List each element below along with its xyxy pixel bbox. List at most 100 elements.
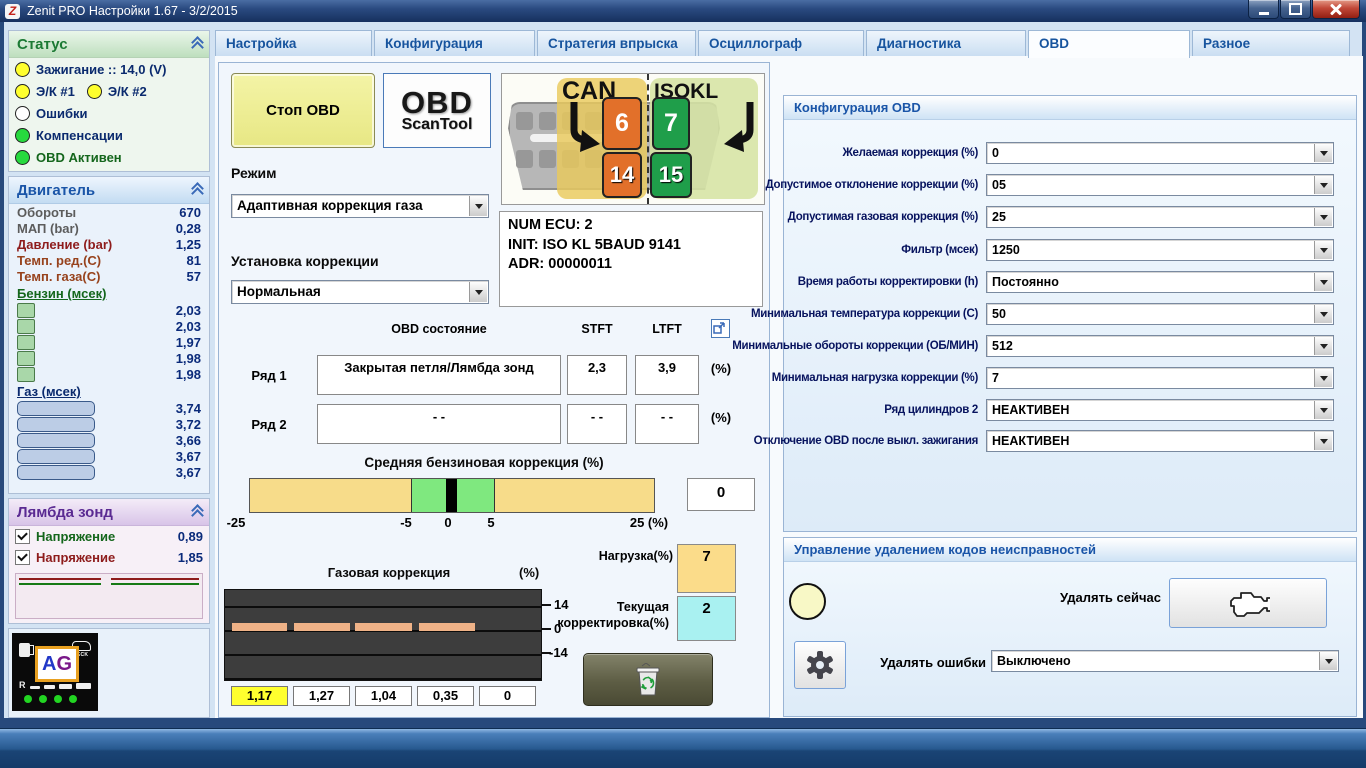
window-frame-left [0, 22, 4, 728]
correction-bar [232, 623, 287, 631]
desired-correction-dropdown[interactable]: 0 [986, 142, 1334, 164]
title-bar: Zenit PRO Настройки 1.67 - 3/2/2015 [0, 0, 1366, 22]
dropdown-arrow-icon[interactable] [1314, 273, 1332, 291]
lambda-trace-red [19, 578, 101, 580]
bank1-label: Ряд 1 [239, 368, 299, 383]
correction-setup-dropdown[interactable]: Нормальная [231, 280, 489, 304]
tab-obd[interactable]: OBD [1028, 30, 1190, 58]
delete-errors-label: Удалять ошибки [844, 655, 986, 670]
gas-chart-unit: (%) [519, 565, 539, 580]
delete-now-button[interactable] [1169, 578, 1327, 628]
dropdown-arrow-icon[interactable] [469, 282, 487, 302]
filter-dropdown[interactable]: 1250 [986, 239, 1334, 261]
engine-param-row: Темп. газа(С)57 [9, 268, 209, 284]
bank2-label: Ряд 2 [239, 417, 299, 432]
config-row-min-rpm: 512 Минимальные обороты коррекции (ОБ/МИ… [788, 334, 1334, 358]
config-row-min-temperature: 50 Минимальная температура коррекции (С) [788, 302, 1334, 326]
minimize-button[interactable] [1248, 0, 1279, 19]
bank2-ltft-box: - - [635, 404, 699, 444]
stop-obd-button[interactable]: Стоп OBD [231, 73, 375, 148]
collapse-icon[interactable] [191, 184, 203, 196]
obd-scantool-logo: OBD ScanTool [383, 73, 491, 148]
gauge-tick: 5 [487, 515, 494, 530]
tab-strategiya-vpryska[interactable]: Стратегия впрыска [537, 30, 696, 56]
lambda-row: Напряжение 1,85 [9, 547, 209, 568]
ytick-label: -14 [549, 645, 568, 660]
checkbox[interactable] [15, 529, 30, 544]
open-table-window-icon[interactable] [711, 319, 730, 338]
status-led [15, 106, 30, 121]
gauge-tick: 0 [444, 515, 451, 530]
bank2-dropdown[interactable]: НЕАКТИВЕН [986, 399, 1334, 421]
gas-injector-row: 3,72 [9, 416, 209, 432]
dropdown-arrow-icon[interactable] [1314, 432, 1332, 450]
status-item-ek: Э/К #1 Э/К #2 [9, 80, 209, 102]
dropdown-arrow-icon[interactable] [1314, 401, 1332, 419]
isokl-arrow-icon [718, 100, 760, 152]
obd-off-dropdown[interactable]: НЕАКТИВЕН [986, 430, 1334, 452]
min-load-dropdown[interactable]: 7 [986, 367, 1334, 389]
gas-correction-chart [224, 589, 542, 681]
engine-param-row: Обороты670 [9, 204, 209, 220]
tab-ostsillograf[interactable]: Осциллограф [698, 30, 864, 56]
tab-konfiguratsiya[interactable]: Конфигурация [374, 30, 535, 56]
dropdown-arrow-icon[interactable] [469, 196, 487, 216]
level-led [54, 695, 62, 703]
external-window-icon [712, 320, 727, 335]
min-rpm-dropdown[interactable]: 512 [986, 335, 1334, 357]
allowed-deviation-dropdown[interactable]: 05 [986, 174, 1334, 196]
dropdown-arrow-icon[interactable] [1314, 337, 1332, 355]
mode-dropdown[interactable]: Адаптивная коррекция газа [231, 194, 489, 218]
tab-nastroika[interactable]: Настройка [215, 30, 372, 56]
maximize-button[interactable] [1280, 0, 1311, 19]
status-led [15, 62, 30, 77]
lambda-trace-green [111, 583, 199, 585]
dtc-group: Управление удалением кодов неисправносте… [783, 537, 1357, 717]
dropdown-arrow-icon[interactable] [1314, 305, 1332, 323]
engine-panel: Двигатель Обороты670 МАП (bar)0,28 Давле… [8, 176, 210, 494]
delete-errors-dropdown[interactable]: Выключено [991, 650, 1339, 672]
petrol-injector-icon [17, 351, 35, 366]
bank1-state-box: Закрытая петля/Лямбда зонд [317, 355, 561, 395]
dropdown-arrow-icon[interactable] [1314, 369, 1332, 387]
gauge-tick: 25 (%) [630, 515, 668, 530]
dropdown-arrow-icon[interactable] [1314, 144, 1332, 162]
allowed-gas-correction-dropdown[interactable]: 25 [986, 206, 1334, 228]
dtc-group-title: Управление удалением кодов неисправносте… [784, 538, 1356, 562]
fuel-level-bar [76, 683, 91, 689]
checkbox[interactable] [15, 550, 30, 565]
gridline [225, 606, 541, 608]
dropdown-arrow-icon[interactable] [1314, 176, 1332, 194]
petrol-injector-row: 1,97 [9, 334, 209, 350]
check-engine-icon [1226, 589, 1270, 617]
dropdown-arrow-icon[interactable] [1314, 208, 1332, 226]
config-row-correction-time: Постоянно Время работы корректировки (h) [788, 270, 1334, 294]
connector-pin [539, 150, 556, 168]
current-correction-label: Текущая корректировка(%) [503, 599, 669, 631]
clear-corrections-button[interactable] [583, 653, 713, 706]
gridline [225, 678, 541, 680]
pin-15: 15 [650, 152, 692, 198]
collapse-icon[interactable] [191, 506, 203, 518]
dropdown-arrow-icon[interactable] [1314, 241, 1332, 259]
close-button[interactable] [1312, 0, 1360, 19]
lambda-trace-green [19, 583, 101, 585]
engine-panel-title: Двигатель [17, 182, 95, 199]
dropdown-arrow-icon[interactable] [1319, 652, 1337, 670]
petrol-injector-icon [17, 335, 35, 350]
connector-pin [516, 150, 533, 168]
gas-correction-cell: 1,27 [293, 686, 350, 706]
tab-diagnostika[interactable]: Диагностика [866, 30, 1026, 56]
tab-raznoe[interactable]: Разное [1192, 30, 1350, 56]
settings-button[interactable] [794, 641, 846, 689]
correction-time-dropdown[interactable]: Постоянно [986, 271, 1334, 293]
fuel-level-bar [30, 686, 40, 689]
taskbar: e КИЕВ µ [0, 728, 1366, 768]
minimize-icon [1259, 12, 1269, 15]
window-frame-bottom [0, 718, 1366, 728]
stft-header: STFT [567, 322, 627, 336]
lambda-trace-red [111, 578, 199, 580]
collapse-icon[interactable] [191, 38, 203, 50]
bank2-unit: (%) [703, 410, 739, 425]
min-temperature-dropdown[interactable]: 50 [986, 303, 1334, 325]
